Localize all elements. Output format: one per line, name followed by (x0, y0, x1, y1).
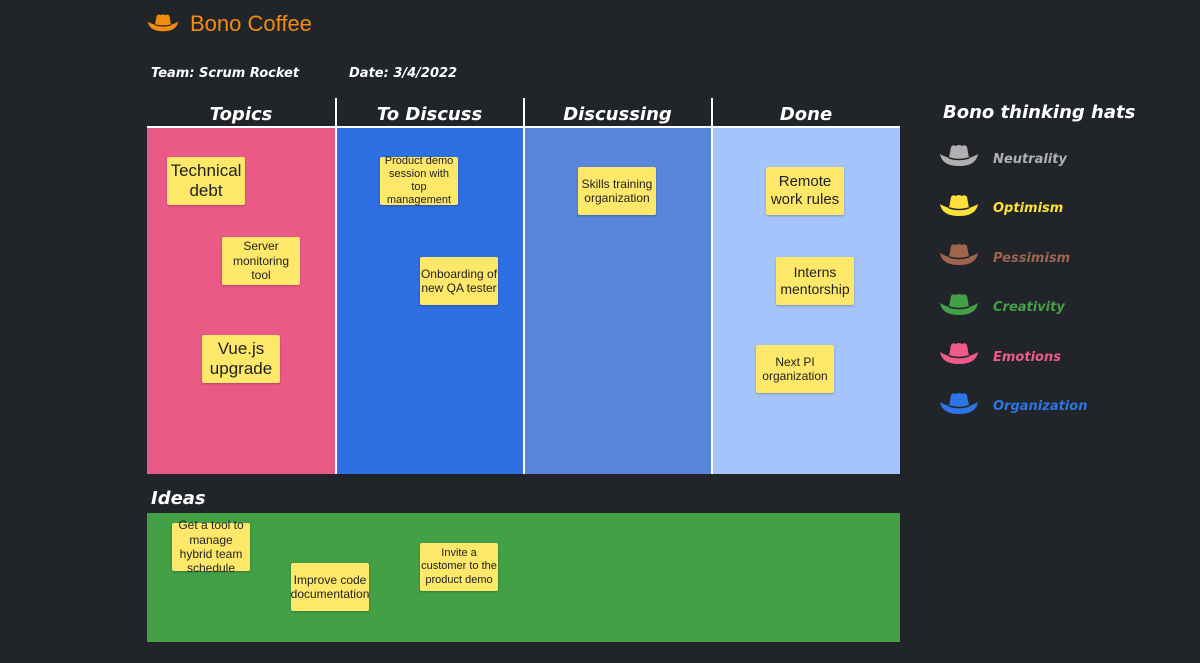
column-divider (711, 98, 713, 474)
column-header-to-discuss: To Discuss (376, 104, 483, 125)
sticky-note[interactable]: Onboarding of new QA tester (420, 257, 498, 305)
legend-item-optimism: Optimism (938, 194, 1063, 224)
legend-item-neutrality: Neutrality (938, 144, 1067, 174)
column-done: Remote work rules Interns mentorship Nex… (713, 128, 900, 474)
cowboy-hat-icon (938, 293, 980, 323)
cowboy-hat-icon (938, 194, 980, 224)
legend-item-creativity: Creativity (938, 293, 1065, 323)
legend-label: Optimism (993, 201, 1064, 216)
legend-label: Emotions (993, 349, 1061, 365)
legend-item-pessimism: Pessimism (938, 243, 1070, 273)
legend-item-organization: Organization (938, 392, 1087, 422)
sticky-note[interactable]: Technical debt (167, 157, 245, 205)
column-header-done: Done (779, 104, 833, 125)
sticky-note[interactable]: Interns mentorship (776, 257, 854, 305)
sticky-note[interactable]: Product demo session with top management (380, 155, 458, 206)
app-title: Bono Coffee (190, 11, 312, 36)
column-discussing: Skills training organization (525, 128, 711, 474)
legend-title: Bono thinking hats (943, 102, 1136, 123)
cowboy-hat-icon (147, 13, 179, 39)
sticky-note[interactable]: Remote work rules (766, 167, 844, 215)
legend-item-emotions: Emotions (938, 342, 1061, 372)
cowboy-hat-icon (938, 144, 980, 174)
column-divider (523, 98, 525, 474)
column-to-discuss: Product demo session with top management… (337, 128, 523, 474)
ideas-title: Ideas (151, 488, 206, 509)
column-divider (335, 98, 337, 474)
date-label: Date: 3/4/2022 (349, 66, 458, 81)
legend-label: Organization (993, 399, 1088, 414)
cowboy-hat-icon (938, 342, 980, 372)
cowboy-hat-icon (938, 392, 980, 422)
sticky-note[interactable]: Get a tool to manage hybrid team schedul… (172, 518, 250, 575)
sticky-note[interactable]: Next PI organization (756, 345, 834, 393)
legend-label: Neutrality (993, 151, 1067, 167)
sticky-note[interactable]: Vue.js upgrade (202, 335, 280, 383)
ideas-area: Get a tool to manage hybrid team schedul… (147, 513, 900, 642)
sticky-note[interactable]: Invite a customer to the product demo (420, 543, 498, 591)
sticky-note[interactable]: Server monitoring tool (222, 237, 300, 285)
column-header-discussing: Discussing (563, 104, 672, 125)
legend-label: Pessimism (993, 250, 1071, 266)
column-topics: Technical debt Server monitoring tool Vu… (147, 128, 335, 474)
team-label: Team: Scrum Rocket (151, 66, 300, 81)
sticky-note[interactable]: Skills training organization (578, 167, 656, 215)
sticky-note[interactable]: Improve code documentation (291, 563, 369, 611)
legend-label: Creativity (993, 300, 1065, 315)
cowboy-hat-icon (938, 243, 980, 273)
column-header-topics: Topics (209, 104, 273, 125)
